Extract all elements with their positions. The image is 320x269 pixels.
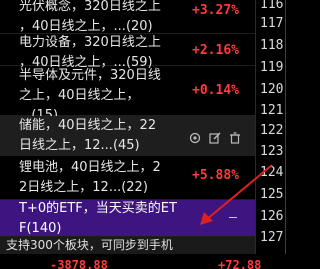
watchlist-panel: 光伏概念，320日线之上 ，40日线之上，...(20) +3.27% 电力设备… xyxy=(0,0,255,254)
item-line-2: 2日线之上，12...(22) xyxy=(19,180,148,195)
row-number: 127 xyxy=(260,230,284,245)
row-number: 120 xyxy=(260,82,284,97)
row-number: 122 xyxy=(260,123,284,138)
footer-hint: 支持300个板块，可同步到手机 xyxy=(0,237,255,254)
row-number: 117 xyxy=(260,16,284,31)
change-value: +2.16% xyxy=(192,43,239,58)
bottom-bar: -3878.88 +72.88 xyxy=(0,254,295,269)
row-number: 119 xyxy=(260,60,284,75)
change-value: +3.27% xyxy=(192,3,239,18)
item-line-1: 光伏概念，320日线之上 xyxy=(19,0,161,14)
list-item-new[interactable]: T+0的ETF，当天买卖的ET F(140) xyxy=(0,200,255,237)
row-number: 124 xyxy=(260,165,284,180)
row-actions xyxy=(189,129,241,144)
item-line-1: 锂电池，40日线之上，2 xyxy=(19,160,161,175)
change-value: +0.14% xyxy=(192,83,239,98)
change-value: +5.88% xyxy=(192,168,239,183)
row-number: 121 xyxy=(260,103,284,118)
item-line-1: T+0的ETF，当天买卖的ET xyxy=(19,201,177,216)
list-item[interactable]: 锂电池，40日线之上，2 2日线之上，12...(22) +5.88% xyxy=(0,156,255,200)
gear-icon[interactable] xyxy=(189,129,201,144)
item-line-1: 储能，40日线之上，22 xyxy=(19,118,157,133)
list-item-selected[interactable]: 储能，40日线之上，22 日线之上，12...(45) xyxy=(0,116,255,156)
list-item[interactable]: 光伏概念，320日线之上 ，40日线之上，...(20) +3.27% xyxy=(0,0,255,34)
row-number: 126 xyxy=(260,209,284,224)
item-line-1: 半导体及元件，320日线 xyxy=(19,68,161,83)
row-number: 123 xyxy=(260,144,284,159)
trash-icon[interactable] xyxy=(229,129,241,144)
edit-icon[interactable] xyxy=(209,129,221,144)
item-line-1: 电力设备，320日线之上 xyxy=(19,35,161,50)
minus-icon[interactable] xyxy=(229,217,237,218)
list-item[interactable]: 电力设备，320日线之上 ，40日线之上，...(59) +2.16% xyxy=(0,34,255,70)
bottom-value-left: -3878.88 xyxy=(50,258,108,269)
item-line-2: F(140) xyxy=(19,221,62,236)
bottom-value-right: +72.88 xyxy=(218,258,262,269)
divider xyxy=(285,0,286,254)
item-line-2: 日线之上，12...(45) xyxy=(19,138,140,153)
list-item[interactable]: 半导体及元件，320日线 之上，40日线之上， ...(15) +0.14% xyxy=(0,66,255,123)
row-number: 116 xyxy=(260,0,284,12)
item-line-2: 之上，40日线之上， xyxy=(19,88,140,103)
row-number: 118 xyxy=(260,38,284,53)
row-number-column: 116 117 118 119 120 121 122 123 124 125 … xyxy=(255,0,295,254)
row-number: 125 xyxy=(260,187,284,202)
